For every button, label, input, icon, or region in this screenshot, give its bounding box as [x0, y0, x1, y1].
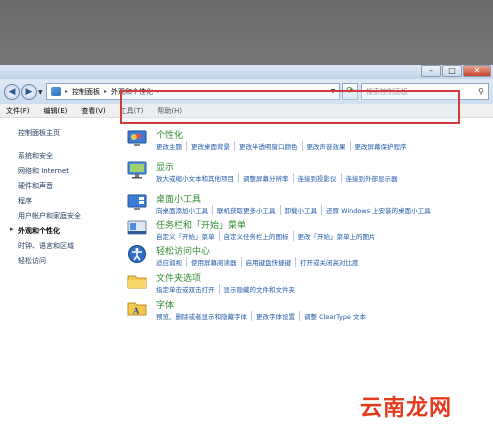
sidebar-item-programs[interactable]: 程序	[18, 196, 112, 206]
svg-text:A: A	[132, 306, 140, 316]
menu-edit[interactable]: 编辑(E)	[44, 106, 68, 116]
arrow-right-icon: ▶	[25, 87, 33, 97]
control-panel-icon	[51, 87, 61, 96]
recent-pages-dropdown[interactable]: ▼	[38, 89, 43, 96]
task-link[interactable]: 连接到外部显示器	[340, 173, 402, 183]
task-link[interactable]: 使用屏幕阅读器	[186, 257, 241, 267]
category-gadgets: 桌面小工具 向桌面添加小工具 联机获取更多小工具 卸载小工具 还原 Window…	[127, 192, 487, 218]
task-link[interactable]: 更改字体设置	[251, 311, 299, 321]
watermark: 云南龙网	[360, 396, 453, 421]
task-link[interactable]: 更改「开始」菜单上的图片	[292, 231, 380, 241]
desktop-background	[0, 0, 493, 65]
maximize-button[interactable]: □	[442, 65, 462, 77]
task-link[interactable]: 调整屏幕分辨率	[238, 173, 293, 183]
task-link[interactable]: 向桌面添加小工具	[156, 205, 212, 215]
title-bar: – □ ✕	[0, 65, 493, 79]
back-button[interactable]: ◀	[4, 84, 20, 100]
task-link[interactable]: 更改主题	[156, 141, 186, 151]
folder-options-icon	[127, 275, 147, 289]
sidebar-item-network[interactable]: 网络和 Internet	[18, 166, 112, 176]
category-title[interactable]: 个性化	[156, 128, 183, 141]
task-link[interactable]: 自定义「开始」菜单	[156, 231, 219, 241]
sidebar-item-clock-region[interactable]: 时钟、语言和区域	[18, 241, 112, 251]
category-ease-of-access: 轻松访问中心 适应弱视 使用屏幕阅读器 启用键盘快捷键 打开或关闭高对比度	[127, 244, 487, 270]
task-link[interactable]: 打开或关闭高对比度	[295, 257, 363, 267]
breadcrumb-control-panel[interactable]: 控制面板	[72, 87, 100, 97]
personalization-icon	[127, 130, 147, 146]
category-personalization: 个性化 更改主题 更改桌面背景 更改半透明窗口颜色 更改声音效果 更改屏幕保护程…	[127, 128, 487, 154]
forward-button[interactable]: ▶	[21, 84, 37, 100]
task-link[interactable]: 指定单击或双击打开	[156, 284, 219, 294]
category-links: 适应弱视 使用屏幕阅读器 启用键盘快捷键 打开或关闭高对比度	[156, 257, 363, 267]
sidebar-item-ease-of-access[interactable]: 轻松访问	[18, 256, 112, 266]
arrow-left-icon: ◀	[8, 87, 16, 97]
window-controls: – □ ✕	[420, 65, 491, 77]
task-link[interactable]: 还原 Windows 上安装的桌面小工具	[321, 205, 435, 215]
menu-view[interactable]: 查看(V)	[81, 106, 105, 116]
sidebar-item-system-security[interactable]: 系统和安全	[18, 151, 112, 161]
category-title[interactable]: 任务栏和「开始」菜单	[156, 218, 246, 231]
task-link[interactable]: 更改声音效果	[301, 141, 350, 151]
task-link[interactable]: 预览、删除或者显示和隐藏字体	[156, 311, 251, 321]
close-button[interactable]: ✕	[463, 65, 491, 77]
category-display: 显示 放大或缩小文本和其他项目 调整屏幕分辨率 连接到投影仪 连接到外部显示器	[127, 160, 487, 186]
category-title[interactable]: 桌面小工具	[156, 192, 201, 205]
category-title[interactable]: 文件夹选项	[156, 271, 201, 284]
fonts-icon: A	[127, 302, 147, 316]
minimize-button[interactable]: –	[421, 65, 441, 77]
display-highlight-box	[120, 90, 460, 124]
task-link[interactable]: 卸载小工具	[279, 205, 322, 215]
category-list: 个性化 更改主题 更改桌面背景 更改半透明窗口颜色 更改声音效果 更改屏幕保护程…	[112, 118, 493, 433]
category-links: 自定义「开始」菜单 自定义任务栏上的图标 更改「开始」菜单上的图片	[156, 231, 380, 241]
task-link[interactable]: 自定义任务栏上的图标	[218, 231, 293, 241]
task-link[interactable]: 更改半透明窗口颜色	[234, 141, 302, 151]
category-links: 向桌面添加小工具 联机获取更多小工具 卸载小工具 还原 Windows 上安装的…	[156, 205, 435, 215]
sidebar-item-user-accounts[interactable]: 用户帐户和家庭安全	[18, 211, 112, 221]
sidebar-home-link[interactable]: 控制面板主页	[18, 128, 112, 138]
gadgets-icon	[127, 194, 147, 210]
task-link[interactable]: 联机获取更多小工具	[212, 205, 280, 215]
search-icon[interactable]: ⚲	[474, 87, 488, 96]
chevron-right-icon[interactable]: ▸	[104, 88, 107, 95]
task-link[interactable]: 调整 ClearType 文本	[299, 311, 370, 321]
task-link[interactable]: 启用键盘快捷键	[240, 257, 296, 267]
sidebar: 控制面板主页 系统和安全 网络和 Internet 硬件和声音 程序 用户帐户和…	[0, 118, 112, 433]
sidebar-item-hardware-sound[interactable]: 硬件和声音	[18, 181, 112, 191]
category-fonts: A 字体 预览、删除或者显示和隐藏字体 更改字体设置 调整 ClearType …	[127, 298, 487, 324]
display-icon	[127, 161, 147, 179]
taskbar-icon	[127, 220, 147, 235]
task-link[interactable]: 显示隐藏的文件和文件夹	[218, 284, 300, 294]
task-link[interactable]: 放大或缩小文本和其他项目	[156, 173, 238, 183]
category-links: 预览、删除或者显示和隐藏字体 更改字体设置 调整 ClearType 文本	[156, 311, 370, 321]
category-folder-options: 文件夹选项 指定单击或双击打开 显示隐藏的文件和文件夹	[127, 271, 487, 297]
category-title[interactable]: 显示	[156, 160, 174, 173]
task-link[interactable]: 更改屏幕保护程序	[349, 141, 411, 151]
category-title[interactable]: 字体	[156, 298, 174, 311]
task-link[interactable]: 适应弱视	[156, 257, 186, 267]
sidebar-item-appearance[interactable]: 外观和个性化	[10, 225, 112, 236]
category-links: 更改主题 更改桌面背景 更改半透明窗口颜色 更改声音效果 更改屏幕保护程序	[156, 141, 411, 151]
category-taskbar: 任务栏和「开始」菜单 自定义「开始」菜单 自定义任务栏上的图标 更改「开始」菜单…	[127, 218, 487, 244]
category-links: 指定单击或双击打开 显示隐藏的文件和文件夹	[156, 284, 299, 294]
chevron-right-icon[interactable]: ▸	[65, 88, 68, 95]
ease-of-access-icon	[128, 245, 146, 263]
content-area: 控制面板主页 系统和安全 网络和 Internet 硬件和声音 程序 用户帐户和…	[0, 118, 493, 433]
category-title[interactable]: 轻松访问中心	[156, 244, 210, 257]
category-links: 放大或缩小文本和其他项目 调整屏幕分辨率 连接到投影仪 连接到外部显示器	[156, 173, 402, 183]
task-link[interactable]: 更改桌面背景	[186, 141, 234, 151]
task-link[interactable]: 连接到投影仪	[292, 173, 341, 183]
menu-file[interactable]: 文件(F)	[6, 106, 30, 116]
